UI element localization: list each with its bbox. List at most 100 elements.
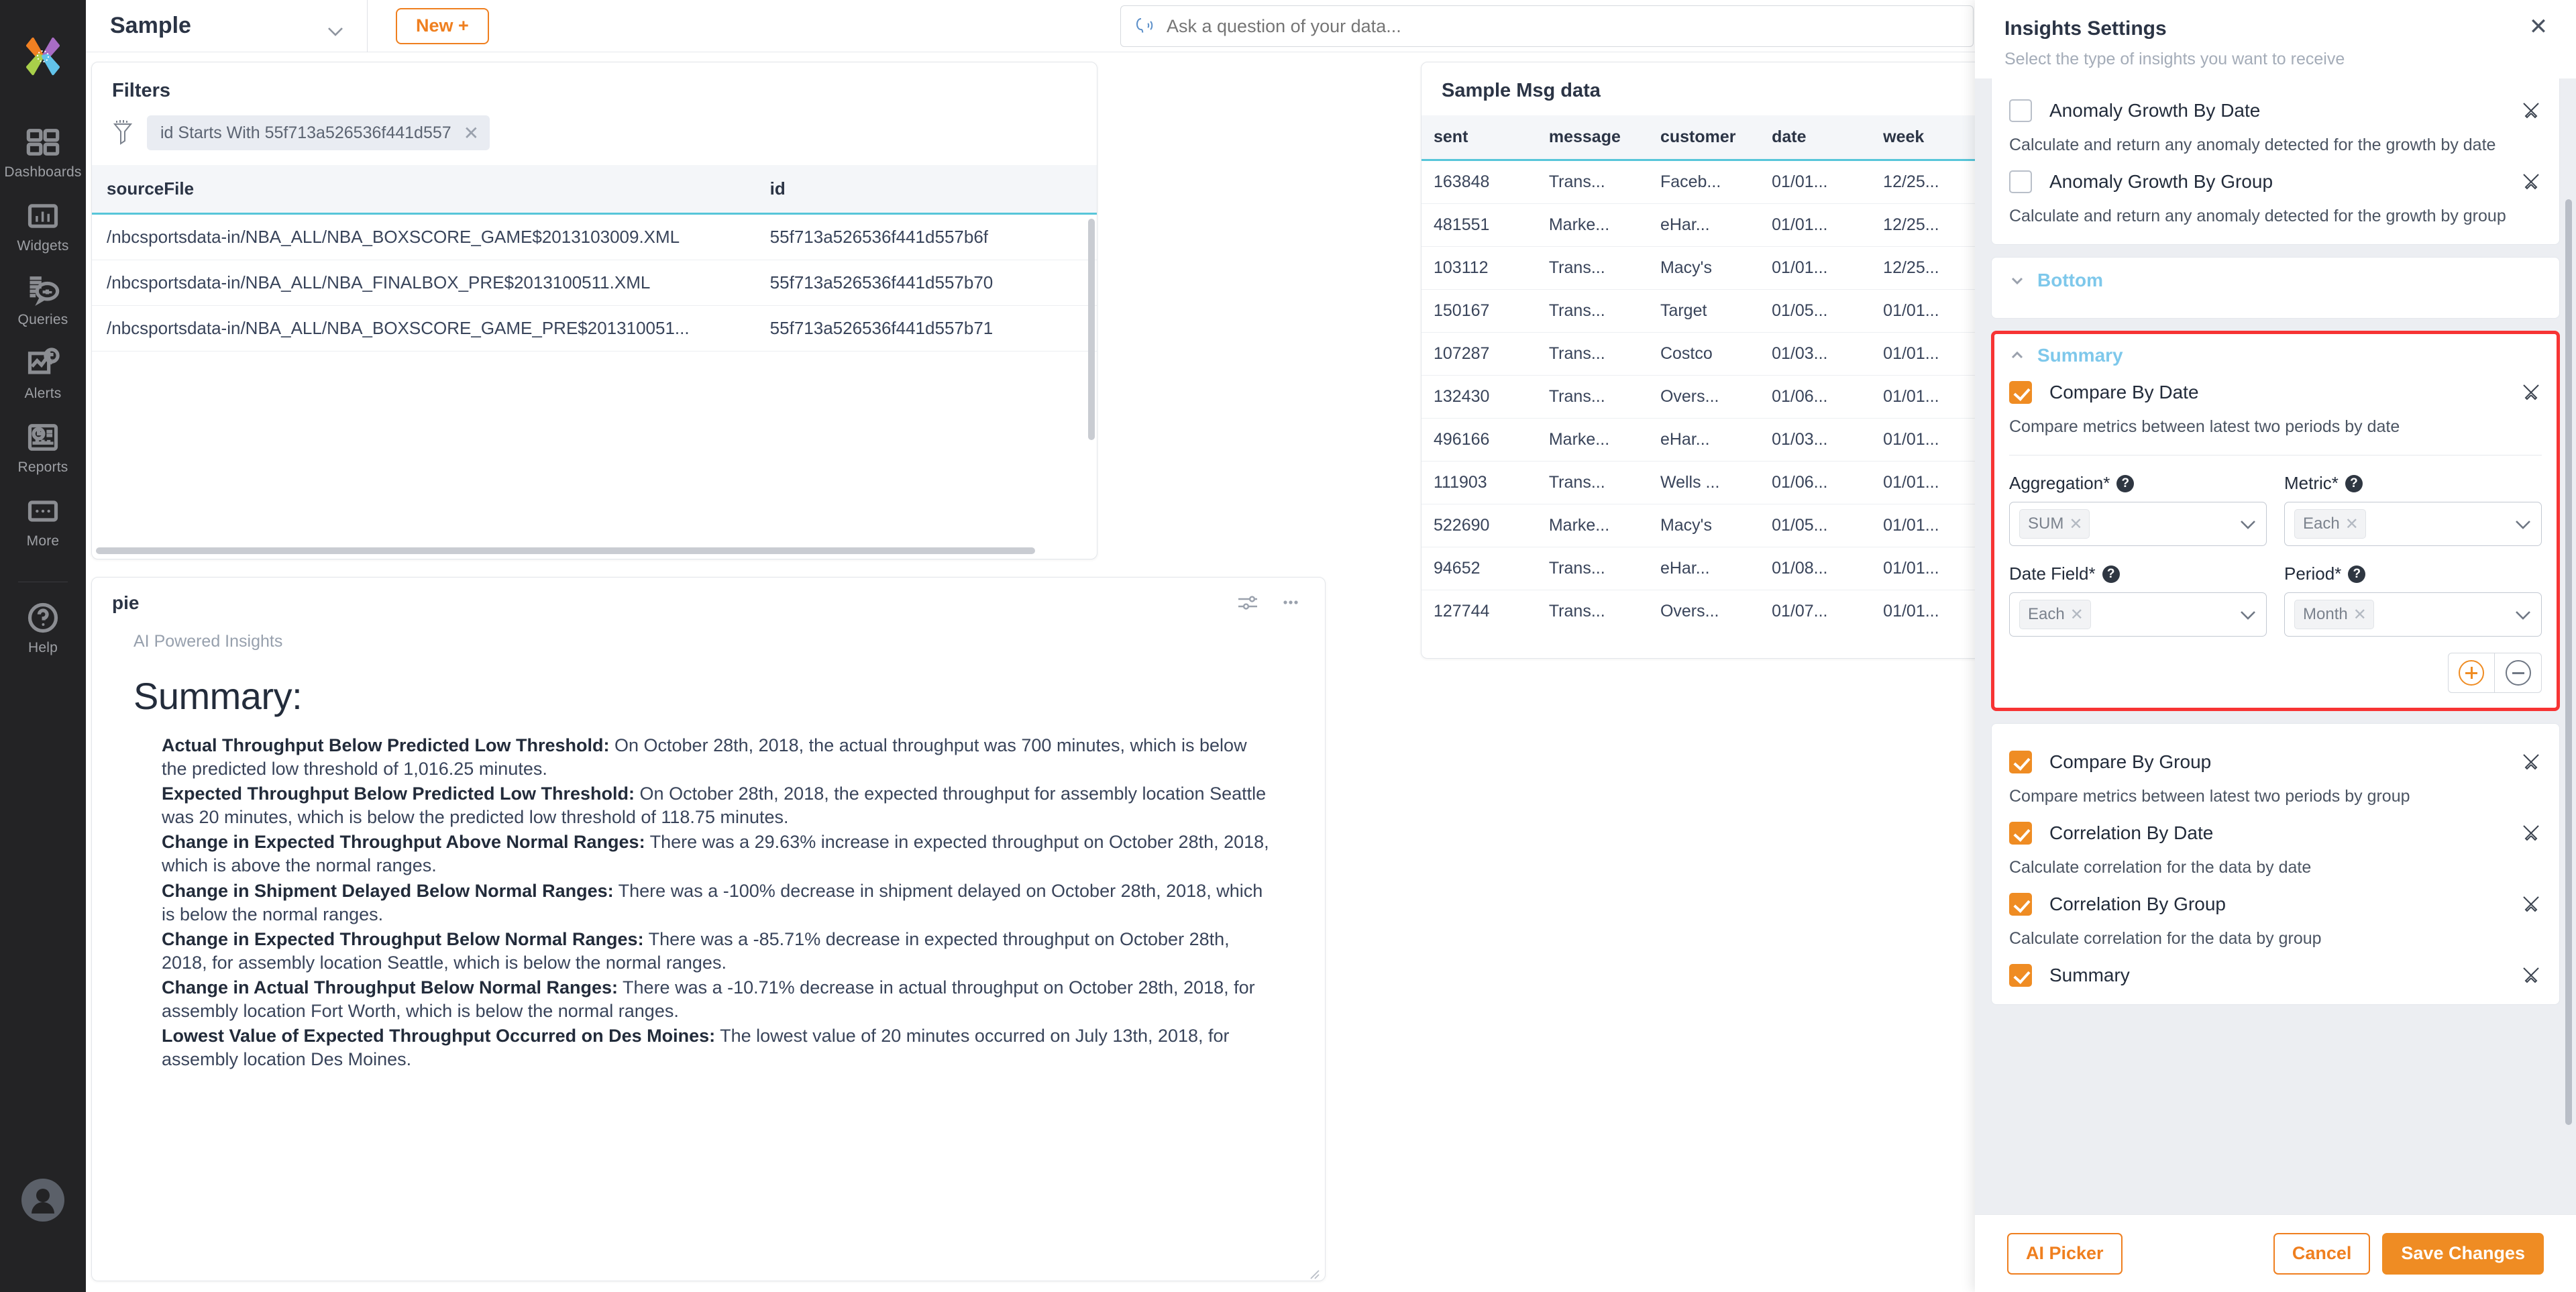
cell-week: 01/01...: [1871, 590, 1975, 626]
filters-col-id[interactable]: id: [755, 165, 1097, 214]
search-input[interactable]: [1167, 16, 1961, 37]
msg-col-message[interactable]: message: [1537, 115, 1648, 160]
summary-bullet: Change in Expected Throughput Above Norm…: [162, 830, 1275, 877]
filters-col-sourceFile[interactable]: sourceFile: [92, 165, 755, 214]
save-changes-button[interactable]: Save Changes: [2382, 1233, 2544, 1275]
ai-picker-button[interactable]: AI Picker: [2007, 1233, 2123, 1275]
configure-tools-icon[interactable]: [2520, 171, 2542, 193]
configure-tools-icon[interactable]: [2520, 100, 2542, 121]
tag-remove-icon[interactable]: ✕: [2069, 515, 2082, 534]
table-row[interactable]: 163848Trans...Faceb...01/01...12/25...38…: [1421, 160, 1975, 204]
drawer-scroll-body[interactable]: Anomaly Growth By Date Calculate and ret…: [1975, 78, 2576, 1214]
table-row[interactable]: /nbcsportsdata-in/NBA_ALL/NBA_BOXSCORE_G…: [92, 215, 1097, 260]
tag-remove-icon[interactable]: ✕: [2353, 605, 2367, 625]
option-compare-by-date[interactable]: Compare By Date: [2009, 381, 2542, 404]
option-anomaly-growth-by-date[interactable]: Anomaly Growth By Date: [2009, 99, 2542, 122]
checkbox-correlation-by-date[interactable]: [2009, 822, 2032, 845]
filters-vertical-scrollbar[interactable]: [1088, 219, 1095, 440]
option-compare-by-group[interactable]: Compare By Group: [2009, 751, 2542, 773]
app-logo[interactable]: [18, 32, 68, 87]
cell-date: 01/01...: [1760, 160, 1871, 204]
summary-section-header[interactable]: Summary: [2009, 345, 2542, 366]
tag-remove-icon[interactable]: ✕: [2345, 515, 2359, 534]
table-row[interactable]: 107287Trans...Costco01/03...01/01...1769…: [1421, 333, 1975, 376]
table-row[interactable]: 496166Marke...eHar...01/03...01/01...683…: [1421, 419, 1975, 462]
table-row[interactable]: 522690Marke...Macy's01/05...01/01...8343…: [1421, 504, 1975, 547]
filters-table: sourceFile id: [92, 165, 1097, 215]
new-button[interactable]: New +: [396, 8, 489, 44]
select-period[interactable]: Month ✕: [2284, 592, 2542, 637]
configure-tools-icon[interactable]: [2520, 822, 2542, 844]
panel-resize-handle[interactable]: [1307, 1263, 1320, 1275]
help-icon[interactable]: ?: [2348, 566, 2365, 583]
configure-tools-icon[interactable]: [2520, 894, 2542, 915]
remove-row-button[interactable]: [2495, 653, 2542, 693]
msg-col-customer[interactable]: customer: [1648, 115, 1760, 160]
checkbox-correlation-by-group[interactable]: [2009, 893, 2032, 916]
cell-sent: 107287: [1421, 333, 1537, 376]
table-row[interactable]: /nbcsportsdata-in/NBA_ALL/NBA_FINALBOX_P…: [92, 260, 1097, 306]
sidebar-item-reports[interactable]: Reports: [0, 419, 86, 476]
checkbox-anomaly-growth-by-date[interactable]: [2009, 99, 2032, 122]
configure-tools-icon[interactable]: [2520, 965, 2542, 986]
chevron-down-icon: [2239, 604, 2257, 625]
filter-chip[interactable]: id Starts With 55f713a526536f441d557 ✕: [147, 115, 490, 150]
cancel-button[interactable]: Cancel: [2273, 1233, 2371, 1275]
chevron-down-icon: [2009, 272, 2025, 288]
anomaly-section: Anomaly Growth By Date Calculate and ret…: [1991, 78, 2560, 245]
tag-date-field: Each ✕: [2019, 600, 2091, 629]
cell-date: 01/05...: [1760, 504, 1871, 547]
configure-tools-icon[interactable]: [2520, 751, 2542, 773]
checkbox-summary[interactable]: [2009, 964, 2032, 987]
more-options-icon[interactable]: [1279, 592, 1302, 617]
select-metric[interactable]: Each ✕: [2284, 502, 2542, 546]
table-row[interactable]: /nbcsportsdata-in/NBA_ALL/NBA_BOXSCORE_G…: [92, 306, 1097, 352]
close-icon[interactable]: ✕: [2525, 13, 2552, 40]
sidebar-item-help[interactable]: Help: [0, 600, 86, 656]
filters-horizontal-scrollbar[interactable]: [96, 547, 1035, 554]
table-row[interactable]: 94652Trans...eHar...01/08...01/01...1280…: [1421, 547, 1975, 590]
sidebar-item-dashboards[interactable]: Dashboards: [0, 124, 86, 180]
help-icon[interactable]: ?: [2345, 475, 2363, 492]
sidebar-item-queries[interactable]: Queries: [0, 272, 86, 328]
filter-chip-close-icon[interactable]: ✕: [464, 122, 479, 144]
table-row[interactable]: 127744Trans...Overs...01/07...01/01...23…: [1421, 590, 1975, 626]
sidebar-item-more[interactable]: More: [0, 493, 86, 549]
configure-tools-icon[interactable]: [2520, 382, 2542, 403]
option-anomaly-growth-by-group[interactable]: Anomaly Growth By Group: [2009, 170, 2542, 193]
msg-col-sent[interactable]: sent: [1421, 115, 1537, 160]
checkbox-compare-by-date[interactable]: [2009, 381, 2032, 404]
bottom-section-header[interactable]: Bottom: [2009, 270, 2542, 291]
drawer-vertical-scrollbar[interactable]: [2565, 199, 2572, 1125]
table-row[interactable]: 111903Trans...Wells ...01/06...01/01...1…: [1421, 462, 1975, 504]
avatar[interactable]: [21, 1179, 64, 1226]
table-row[interactable]: 132430Trans...Overs...01/06...01/01...24…: [1421, 376, 1975, 419]
table-row[interactable]: 481551Marke...eHar...01/01...12/25...674…: [1421, 204, 1975, 247]
sidebar-item-alerts[interactable]: Alerts: [0, 345, 86, 402]
checkbox-anomaly-growth-by-group[interactable]: [2009, 170, 2032, 193]
settings-sliders-icon[interactable]: [1236, 592, 1259, 617]
cell-sourceFile: /nbcsportsdata-in/NBA_ALL/NBA_BOXSCORE_G…: [92, 306, 755, 352]
msg-col-week[interactable]: week: [1871, 115, 1975, 160]
add-row-button[interactable]: [2448, 653, 2495, 693]
help-icon[interactable]: ?: [2102, 566, 2120, 583]
chevron-down-icon: [2239, 514, 2257, 535]
table-row[interactable]: 150167Trans...Target01/05...01/01...3479…: [1421, 290, 1975, 333]
tag-period-value: Month: [2303, 605, 2348, 624]
dashboard-selector[interactable]: Sample: [86, 0, 368, 52]
tag-remove-icon[interactable]: ✕: [2070, 605, 2084, 625]
option-summary[interactable]: Summary: [2009, 964, 2542, 987]
msg-col-date[interactable]: date: [1760, 115, 1871, 160]
sidebar-item-widgets[interactable]: Widgets: [0, 198, 86, 254]
voice-search-icon[interactable]: [1133, 12, 1161, 40]
help-icon[interactable]: ?: [2116, 475, 2134, 492]
option-correlation-by-date[interactable]: Correlation By Date: [2009, 822, 2542, 845]
option-correlation-by-group[interactable]: Correlation By Group: [2009, 893, 2542, 916]
checkbox-compare-by-group[interactable]: [2009, 751, 2032, 773]
summary-bullet: Actual Throughput Below Predicted Low Th…: [162, 734, 1275, 781]
select-date-field[interactable]: Each ✕: [2009, 592, 2267, 637]
cell-sourceFile: /nbcsportsdata-in/NBA_ALL/NBA_BOXSCORE_G…: [92, 215, 755, 260]
select-aggregation[interactable]: SUM ✕: [2009, 502, 2267, 546]
ask-question-search[interactable]: [1120, 5, 1974, 47]
table-row[interactable]: 103112Trans...Macy's01/01...12/25...1584…: [1421, 247, 1975, 290]
